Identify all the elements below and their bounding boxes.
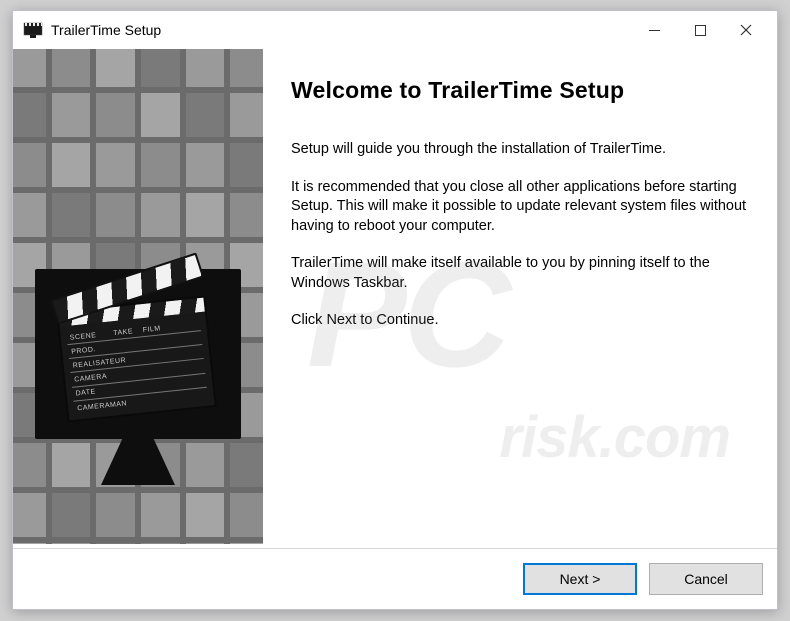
window-controls xyxy=(631,15,769,45)
clapper-label: FILM xyxy=(142,325,161,334)
recommendation-text: It is recommended that you close all oth… xyxy=(291,178,751,237)
close-button[interactable] xyxy=(723,15,769,45)
installer-window: TrailerTime Setup xyxy=(12,10,778,610)
maximize-button[interactable] xyxy=(677,15,723,45)
clapper-label: SCENE xyxy=(69,332,96,342)
next-button[interactable]: Next > xyxy=(523,563,637,595)
sidebar-graphic: SCENE TAKE FILM PROD. REALISATEUR CAMERA… xyxy=(13,49,263,544)
cancel-button[interactable]: Cancel xyxy=(649,563,763,595)
content-area: SCENE TAKE FILM PROD. REALISATEUR CAMERA… xyxy=(13,49,777,609)
clapper-label: TAKE xyxy=(113,328,133,337)
continue-text: Click Next to Continue. xyxy=(291,311,751,331)
clapperboard-icon: SCENE TAKE FILM PROD. REALISATEUR CAMERA… xyxy=(55,286,217,425)
button-row: Next > Cancel xyxy=(523,563,763,595)
page-title: Welcome to TrailerTime Setup xyxy=(291,77,751,104)
footer-divider xyxy=(13,548,777,549)
window-title: TrailerTime Setup xyxy=(51,22,631,38)
main-panel: Welcome to TrailerTime Setup Setup will … xyxy=(263,49,777,609)
titlebar[interactable]: TrailerTime Setup xyxy=(13,11,777,49)
intro-text: Setup will guide you through the install… xyxy=(291,140,751,160)
taskbar-note-text: TrailerTime will make itself available t… xyxy=(291,254,751,293)
app-icon xyxy=(23,20,43,40)
minimize-button[interactable] xyxy=(631,15,677,45)
